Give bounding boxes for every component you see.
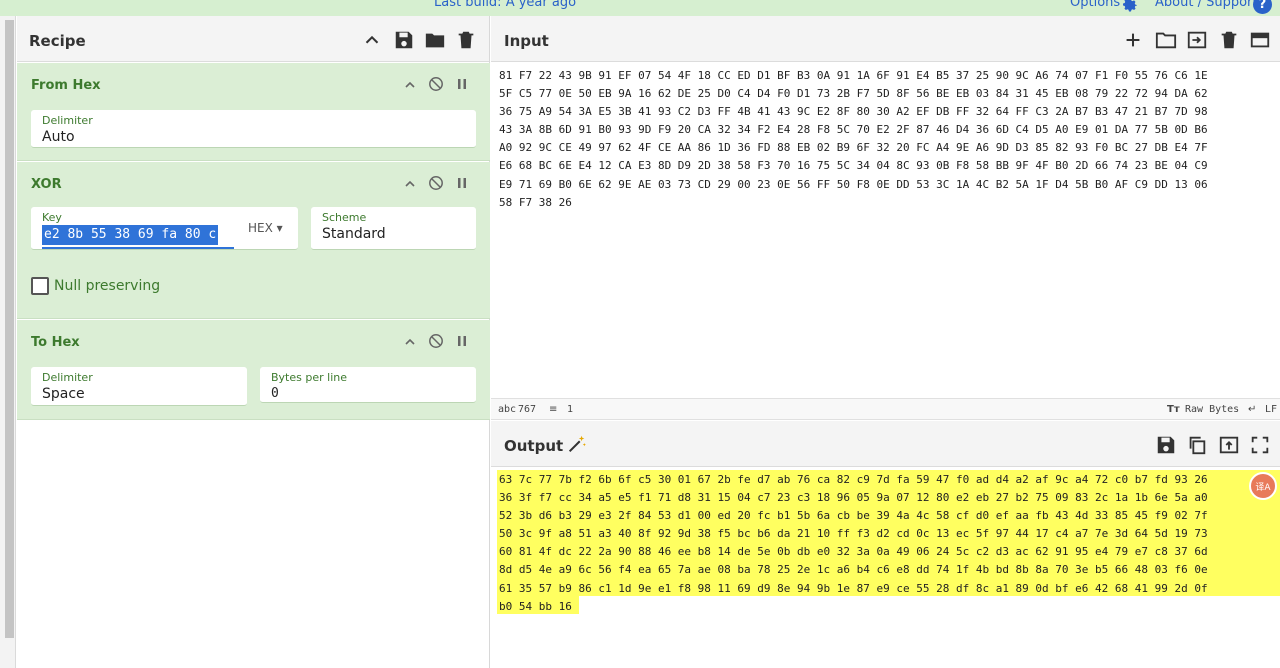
scheme-label: Scheme xyxy=(322,211,367,224)
eol-icon[interactable]: ↵ xyxy=(1248,404,1256,415)
left-scrollbar[interactable] xyxy=(5,20,14,638)
pause-icon[interactable] xyxy=(454,333,470,349)
disable-icon[interactable] xyxy=(428,333,444,349)
plus-icon[interactable] xyxy=(1122,29,1144,51)
collapse-icon[interactable] xyxy=(402,77,418,93)
disable-icon[interactable] xyxy=(428,76,444,92)
op-title: To Hex xyxy=(31,335,80,350)
text-encoding-icon[interactable]: Tᴛ xyxy=(1167,404,1180,415)
field-value: 0 xyxy=(271,386,279,401)
field-label: Bytes per line xyxy=(271,371,347,384)
char-count: 767 xyxy=(518,404,537,415)
null-preserving-label: Null preserving xyxy=(54,278,161,294)
folder-icon[interactable] xyxy=(424,29,446,51)
recipe-header: Recipe xyxy=(17,16,489,62)
top-banner: Last build: A year ago Options About / S… xyxy=(0,0,1280,16)
char-count-icon: abc xyxy=(498,404,517,415)
input-header: Input xyxy=(491,16,1280,62)
recipe-title: Recipe xyxy=(29,32,86,50)
pause-icon[interactable] xyxy=(454,175,470,191)
op-title: XOR xyxy=(31,177,62,192)
magic-wand-icon[interactable] xyxy=(566,433,588,455)
collapse-icon[interactable] xyxy=(402,176,418,192)
op-xor[interactable]: XOR Key e2 8b 55 38 69 fa 80 c HEX ▾ Sch… xyxy=(17,162,490,319)
input-title: Input xyxy=(504,32,549,50)
collapse-icon[interactable] xyxy=(402,334,418,350)
fullscreen-icon[interactable] xyxy=(1249,434,1271,456)
key-input-underline xyxy=(42,247,234,249)
chevron-up-icon[interactable] xyxy=(361,29,383,51)
bytes-per-line-field[interactable]: Bytes per line 0 xyxy=(260,367,476,403)
last-build-link[interactable]: Last build: A year ago xyxy=(434,0,576,10)
key-field[interactable]: Key e2 8b 55 38 69 fa 80 c HEX ▾ xyxy=(31,207,298,250)
field-label: Delimiter xyxy=(42,371,93,384)
trash-icon[interactable] xyxy=(1218,29,1240,51)
op-from-hex[interactable]: From Hex Delimiter Auto xyxy=(17,63,490,161)
scheme-field[interactable]: Scheme Standard xyxy=(311,207,476,250)
delimiter-field[interactable]: Delimiter Auto xyxy=(31,110,476,148)
save-output-icon[interactable] xyxy=(1155,434,1177,456)
line-count: 1 xyxy=(567,404,574,415)
input-eol[interactable]: LF xyxy=(1265,404,1277,415)
options-link[interactable]: Options xyxy=(1070,0,1120,10)
delimiter-field[interactable]: Delimiter Space xyxy=(31,367,247,406)
lines-icon: ≡ xyxy=(549,404,558,415)
field-value: Space xyxy=(42,386,85,402)
save-icon[interactable] xyxy=(393,29,415,51)
io-area: Input 81 F7 22 43 9B 91 EF 07 54 4F 18 C… xyxy=(491,16,1280,668)
op-to-hex[interactable]: To Hex Delimiter Space Bytes per line 0 xyxy=(17,320,490,420)
key-input[interactable]: e2 8b 55 38 69 fa 80 c xyxy=(42,225,219,245)
translate-badge[interactable]: 译A xyxy=(1249,472,1277,500)
output-header: Output xyxy=(491,421,1280,467)
op-title: From Hex xyxy=(31,78,101,93)
trash-icon[interactable] xyxy=(455,29,477,51)
left-edge-strip xyxy=(0,16,16,668)
null-preserving-checkbox[interactable] xyxy=(31,277,49,295)
open-file-icon[interactable] xyxy=(1186,29,1208,51)
help-icon[interactable]: ? xyxy=(1253,0,1272,14)
replace-input-icon[interactable] xyxy=(1218,434,1240,456)
field-label: Delimiter xyxy=(42,114,93,127)
scheme-value: Standard xyxy=(322,226,386,242)
field-value: Auto xyxy=(42,129,75,145)
input-status-bar: abc 767 ≡ 1 Tᴛ Raw Bytes ↵ LF xyxy=(491,398,1280,420)
output-textarea[interactable]: 63 7c 77 7b f2 6b 6f c5 30 01 67 2b fe d… xyxy=(499,471,1208,616)
key-label: Key xyxy=(42,211,62,224)
disable-icon[interactable] xyxy=(428,175,444,191)
caret-down-icon: ▾ xyxy=(272,221,283,235)
output-title: Output xyxy=(504,437,564,455)
input-encoding[interactable]: Raw Bytes xyxy=(1185,404,1239,415)
input-textarea[interactable]: 81 F7 22 43 9B 91 EF 07 54 4F 18 CC ED D… xyxy=(499,67,1208,212)
open-folder-icon[interactable] xyxy=(1155,29,1177,51)
key-format-dropdown[interactable]: HEX ▾ xyxy=(248,221,283,235)
gear-icon[interactable] xyxy=(1121,0,1139,14)
pause-icon[interactable] xyxy=(454,76,470,92)
about-support-link[interactable]: About / Support xyxy=(1155,0,1257,10)
copy-icon[interactable] xyxy=(1186,434,1208,456)
layout-icon[interactable] xyxy=(1249,29,1271,51)
recipe-panel: Recipe From Hex Delimiter Auto XOR Key e… xyxy=(17,16,490,668)
